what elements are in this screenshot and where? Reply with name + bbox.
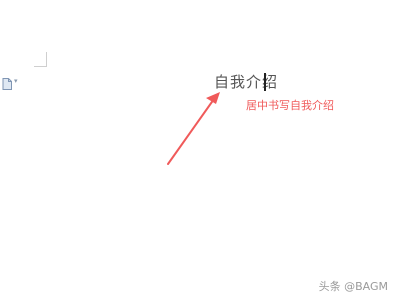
watermark-text: 头条 @BAGM: [318, 280, 388, 293]
chevron-down-icon[interactable]: ▾: [14, 76, 18, 86]
document-icon[interactable]: [2, 75, 12, 90]
text-cursor: [264, 73, 266, 91]
annotation-label: 居中书写自我介绍: [246, 99, 334, 112]
page-margin-marker: [34, 52, 47, 67]
document-heading[interactable]: 自我介绍: [214, 72, 278, 92]
arrow-icon: [167, 92, 220, 165]
document-page[interactable]: ▾ 自我介绍 居中书写自我介绍 头条 @BAGM: [0, 0, 400, 300]
